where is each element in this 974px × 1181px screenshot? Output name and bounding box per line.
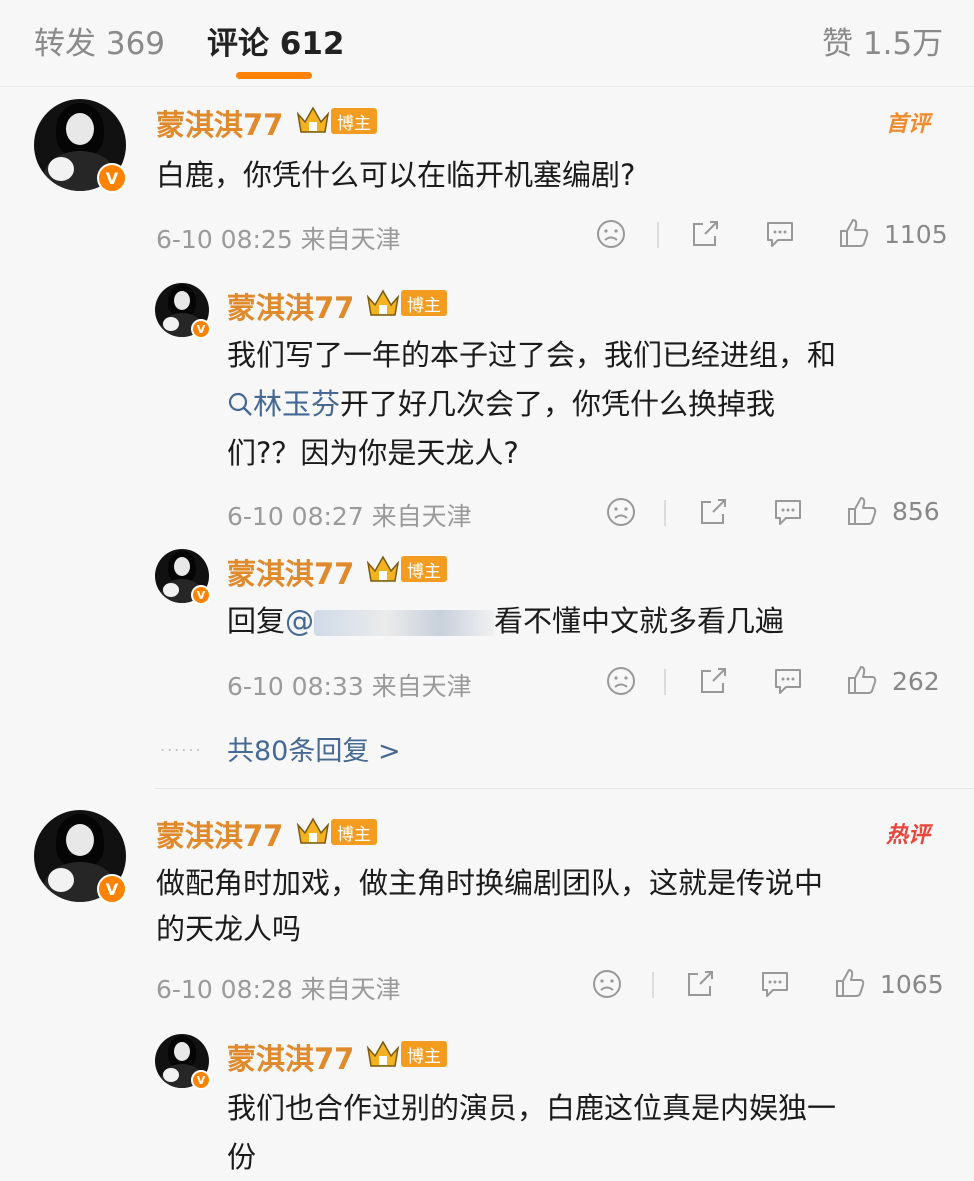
verified-icon: V [191,1070,211,1090]
crown-icon [366,1040,400,1067]
reply-button[interactable] [764,219,796,249]
dislike-button[interactable] [596,219,626,249]
redacted-username [314,610,495,636]
reply-button[interactable] [772,666,804,696]
username[interactable]: 蒙淇淇77 [156,102,283,144]
dislike-icon [597,220,625,248]
reply-text: 我们也合作过别的演员，白鹿这位真是内娱独一 份 [227,1084,947,1181]
active-tab-indicator [236,72,312,79]
dislike-button[interactable] [592,969,622,999]
comment-meta: 6-10 08:27 来自天津 [227,502,472,531]
like-count: 856 [892,497,940,526]
verified-icon: V [97,874,127,904]
tab-repost[interactable]: 转发 369 [34,18,165,63]
username[interactable]: 蒙淇淇77 [227,551,354,593]
like-button[interactable] [846,664,878,696]
comment-icon [762,972,788,997]
divider [664,669,666,695]
username[interactable]: 蒙淇淇77 [156,813,283,855]
more-replies-link[interactable]: 共80条回复 > [227,729,401,768]
verified-icon: V [191,585,211,605]
verified-icon: V [191,319,211,339]
reply-button[interactable] [759,969,791,999]
thumbs-up-icon [848,666,877,694]
like-button[interactable] [838,217,870,249]
comment-text: 做配角时加戏，做主角时换编剧团队，这就是传说中 的天龙人吗 [156,860,946,952]
topic-link-text: 林玉芬 [253,387,341,421]
share-icon [688,971,713,996]
share-icon [693,221,718,246]
like-count: 262 [892,667,940,696]
comment-tabs: 转发 369 评论 612 赞 1.5万 [0,0,974,88]
share-icon [701,499,726,524]
more-dots: ...... [160,736,203,755]
reply-text: 回复@ 看不懂中文就多看几遍 [227,597,784,646]
comment-line: 做配角时加戏，做主角时换编剧团队，这就是传说中 [156,866,824,900]
comment-icon [775,669,801,694]
like-button[interactable] [846,495,878,527]
comment-meta: 6-10 08:25 来自天津 [156,225,401,254]
divider [0,86,974,87]
dislike-icon [593,970,621,998]
dislike-icon [607,498,635,526]
reply-body: 看不懂中文就多看几遍 [494,604,785,638]
like-button[interactable] [834,967,866,999]
comment-meta: 6-10 08:33 来自天津 [227,672,472,701]
reply-prefix: 回复 [227,604,286,638]
dislike-button[interactable] [606,666,636,696]
divider [155,788,974,789]
crown-icon [296,817,330,844]
reply-line: 们?？因为你是天龙人? [227,436,519,470]
share-button[interactable] [698,666,728,696]
crown-icon [366,289,400,316]
crown-icon [296,106,330,133]
reply-line: 我们写了一年的本子过了会，我们已经进组，和 [227,338,837,372]
dislike-button[interactable] [606,497,636,527]
comment-meta: 6-10 08:28 来自天津 [156,975,401,1004]
verified-icon: V [97,163,127,193]
tab-likes[interactable]: 赞 1.5万 [822,18,943,63]
share-button[interactable] [698,497,728,527]
thumbs-up-icon [840,219,869,247]
mention-link[interactable]: @ [285,604,495,638]
crown-icon [366,555,400,582]
reply-text: 我们写了一年的本子过了会，我们已经进组，和 林玉芬开了好几次会了，你凭什么换掉我… [227,331,947,478]
tab-comments[interactable]: 评论 612 [207,18,345,63]
share-button[interactable] [685,969,715,999]
mention-at: @ [285,604,315,638]
blogger-badge: 博主 [401,556,447,582]
like-count: 1105 [884,220,948,249]
username[interactable]: 蒙淇淇77 [227,285,354,327]
share-icon [701,668,726,693]
thumbs-up-icon [848,497,877,525]
comment-line: 的天龙人吗 [156,912,302,946]
reply-button[interactable] [772,497,804,527]
topic-link[interactable]: 林玉芬 [227,387,340,421]
thumbs-up-icon [836,969,865,997]
blogger-badge: 博主 [401,290,447,316]
reply-line-rest: 开了好几次会了，你凭什么换掉我 [340,387,776,421]
blogger-badge: 博主 [331,108,377,134]
like-count: 1065 [880,970,944,999]
reply-line: 林玉芬开了好几次会了，你凭什么换掉我 [227,380,947,429]
share-button[interactable] [690,219,720,249]
blogger-badge: 博主 [401,1041,447,1067]
hot-comment-tag: 热评 [886,823,931,848]
divider [652,972,654,998]
reply-line: 我们也合作过别的演员，白鹿这位真是内娱独一 [227,1091,837,1125]
first-comment-tag: 首评 [886,112,931,137]
divider [657,222,659,248]
comment-text: 白鹿，你凭什么可以在临开机塞编剧? [156,158,636,192]
blogger-badge: 博主 [331,819,377,845]
username[interactable]: 蒙淇淇77 [227,1036,354,1078]
search-icon [228,392,252,416]
comment-icon [767,222,793,247]
comment-icon [775,500,801,525]
reply-line: 份 [227,1140,257,1174]
dislike-icon [607,667,635,695]
divider [664,500,666,526]
